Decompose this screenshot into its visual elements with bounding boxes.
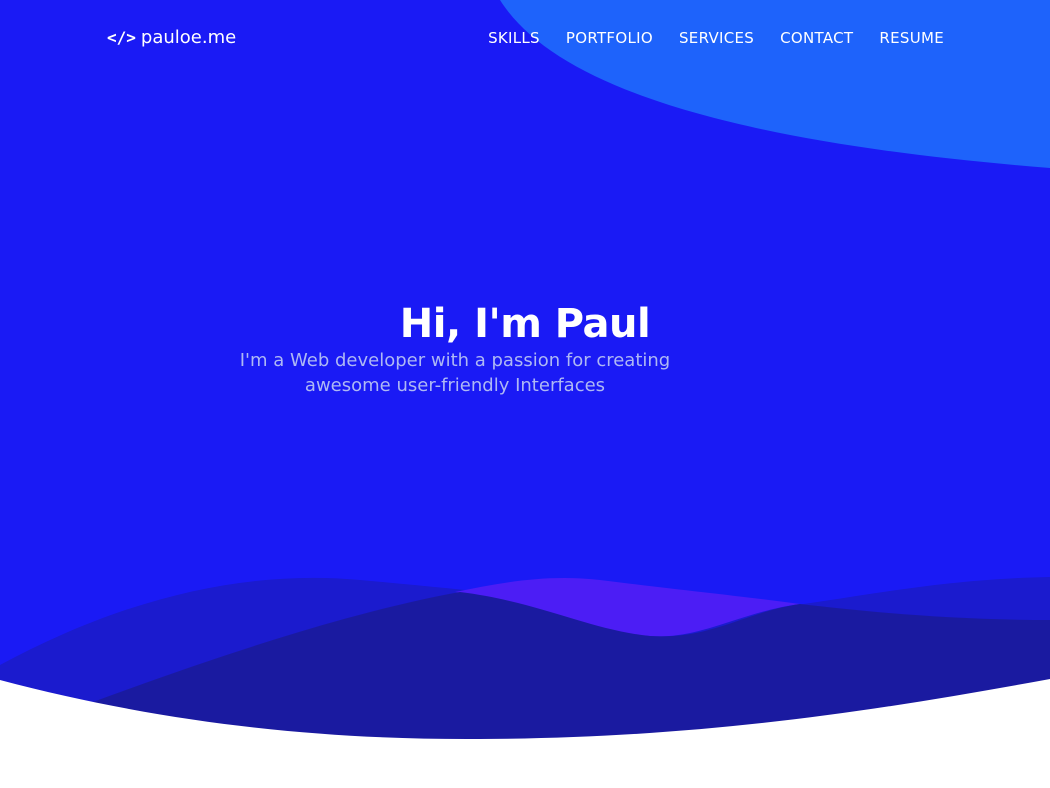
hero-title: Hi, I'm Paul	[399, 301, 651, 347]
site-header: </> pauloe.me SKILLS PORTFOLIO SERVICES …	[0, 0, 1050, 80]
intro-block: Hi, I'm Paul I'm a Web developer with a …	[200, 298, 850, 396]
nav-link-services[interactable]: SERVICES	[679, 29, 754, 47]
hero-section: </> pauloe.me SKILLS PORTFOLIO SERVICES …	[0, 0, 1050, 788]
hero-subtitle-line-1: I'm a Web developer with a passion for c…	[239, 350, 671, 371]
hero-subtitle: I'm a Web developer with a passion for c…	[220, 348, 690, 398]
main-nav: SKILLS PORTFOLIO SERVICES CONTACT RESUME	[488, 29, 944, 47]
nav-link-resume[interactable]: RESUME	[879, 29, 944, 47]
hero-subtitle-line-2: awesome user-friendly Interfaces	[304, 375, 606, 396]
logo-text: pauloe.me	[140, 27, 237, 48]
site-logo[interactable]: </> pauloe.me	[107, 27, 236, 48]
nav-link-portfolio[interactable]: PORTFOLIO	[566, 29, 653, 47]
nav-link-contact[interactable]: CONTACT	[780, 29, 853, 47]
nav-link-skills[interactable]: SKILLS	[488, 29, 540, 47]
code-icon: </>	[107, 28, 136, 47]
